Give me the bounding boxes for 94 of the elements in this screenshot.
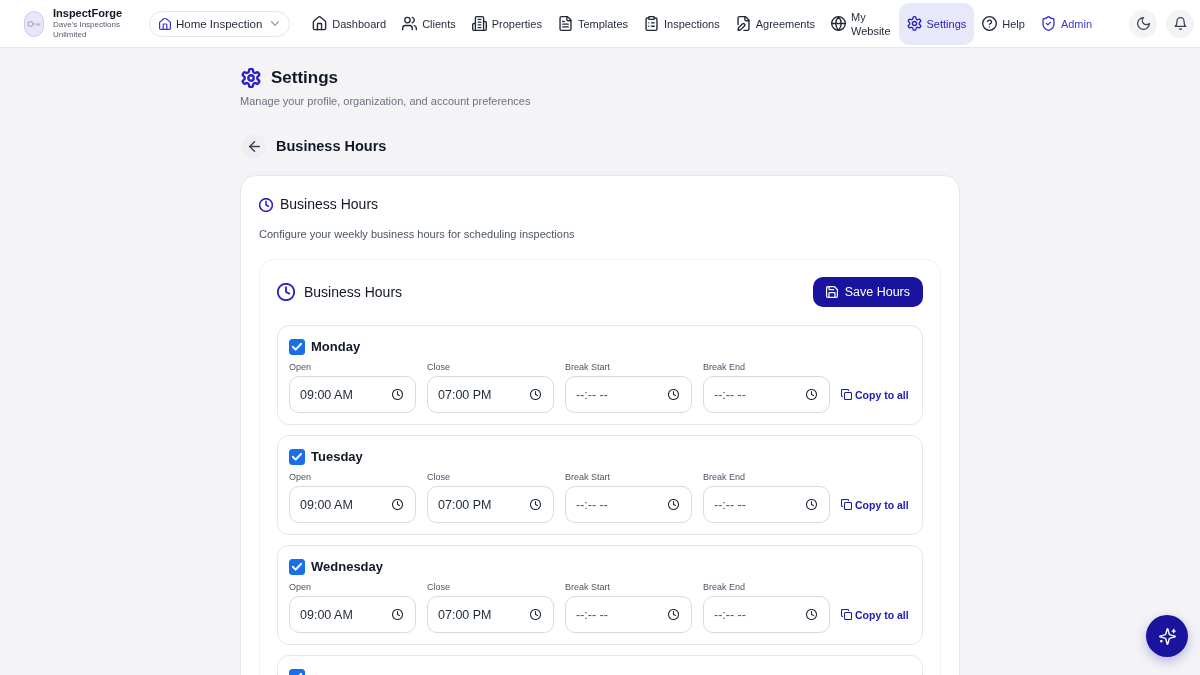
building-icon (471, 16, 487, 31)
document-pen-icon (735, 16, 751, 31)
page-title: Settings (271, 68, 339, 88)
nav-item[interactable]: My Website (823, 2, 899, 45)
clock-icon (259, 197, 273, 212)
notifications-button[interactable] (1166, 9, 1194, 38)
clock-icon (806, 499, 817, 510)
settings-icon (906, 16, 922, 31)
clock-icon (806, 389, 817, 400)
checkbox[interactable] (289, 339, 305, 355)
copy-icon (841, 389, 852, 400)
checkbox[interactable] (289, 559, 305, 575)
time-field[interactable]: --:-- -- (565, 376, 692, 413)
nav-item[interactable]: Templates (549, 2, 637, 45)
clipboard-icon (644, 16, 660, 31)
key-logo-icon (24, 10, 44, 37)
chevron-down-icon (271, 21, 280, 26)
time-field[interactable]: --:-- -- (703, 486, 830, 523)
field-label: Open (289, 582, 312, 593)
document-icon (557, 16, 573, 31)
clock-icon (530, 389, 541, 400)
clock-icon (277, 283, 295, 301)
card-title: Business Hours (280, 196, 379, 213)
assistant-button[interactable] (1146, 615, 1188, 657)
nav-item[interactable]: Inspections (636, 2, 728, 45)
nav-item[interactable]: Clients (394, 2, 464, 45)
save-hours-button[interactable]: Save Hours (812, 277, 923, 307)
field-label: Open (289, 472, 312, 483)
field-label: Break End (703, 472, 746, 483)
field-label: Break End (703, 362, 746, 373)
field-label: Break Start (565, 582, 611, 593)
time-field[interactable]: 09:00 AM (289, 376, 416, 413)
back-button[interactable] (242, 134, 266, 158)
checkbox[interactable] (289, 449, 305, 465)
sparkle-icon (1158, 627, 1176, 645)
time-field[interactable]: --:-- -- (565, 486, 692, 523)
time-field[interactable]: 07:00 PM (427, 486, 554, 523)
time-field[interactable]: 07:00 PM (427, 596, 554, 633)
field-label: Break Start (565, 472, 611, 483)
house-icon (312, 16, 328, 31)
moon-icon (1136, 17, 1150, 30)
help-icon (982, 16, 998, 31)
clock-icon (530, 499, 541, 510)
nav-item[interactable]: Agreements (727, 2, 823, 45)
time-field[interactable]: --:-- -- (703, 596, 830, 633)
copy-icon (841, 499, 852, 510)
clock-icon (668, 609, 679, 620)
field-label: Break Start (565, 362, 611, 373)
day-name: Monday (311, 339, 361, 355)
shield-check-icon (1040, 16, 1056, 31)
card-description: Configure your weekly business hours for scheduling inspections (259, 227, 576, 241)
field-label: Break End (703, 582, 746, 593)
section-title: Business Hours (276, 137, 387, 155)
nav-item[interactable]: Dashboard (304, 2, 395, 45)
globe-icon (831, 16, 846, 31)
copy-to-all-link[interactable]: Copy to all (841, 388, 909, 401)
settings-icon (241, 68, 261, 88)
day-name: Tuesday (311, 449, 363, 465)
page-subtitle: Manage your profile, organization, and account preferences (240, 94, 532, 108)
app-name: InspectForge (53, 7, 124, 20)
bell-icon (1173, 17, 1187, 30)
checkmark-icon (292, 563, 302, 571)
time-field[interactable]: --:-- -- (703, 376, 830, 413)
theme-toggle-button[interactable] (1129, 9, 1157, 38)
nav-item[interactable]: Properties (463, 2, 550, 45)
clock-icon (530, 609, 541, 620)
workspace-selector[interactable]: Home Inspection (149, 10, 291, 37)
copy-to-all-link[interactable]: Copy to all (841, 498, 909, 511)
nav-item[interactable]: Help (974, 2, 1033, 45)
clock-icon (668, 389, 679, 400)
time-field[interactable]: 09:00 AM (289, 486, 416, 523)
field-label: Close (427, 472, 450, 483)
time-field[interactable]: 09:00 AM (289, 596, 416, 633)
organization-name: Dave's Inspections Unlimited (53, 20, 121, 40)
checkmark-icon (292, 343, 302, 351)
clock-icon (668, 499, 679, 510)
field-label: Open (289, 362, 312, 373)
copy-to-all-link[interactable]: Copy to all (841, 608, 909, 621)
people-icon (402, 16, 418, 31)
nav-item[interactable]: Settings (898, 2, 975, 45)
day-name: Wednesday (311, 559, 383, 575)
checkmark-icon (292, 453, 302, 461)
field-label: Close (427, 362, 450, 373)
clock-icon (392, 499, 403, 510)
clock-icon (392, 609, 403, 620)
time-field[interactable]: --:-- -- (565, 596, 692, 633)
time-field[interactable]: 07:00 PM (427, 376, 554, 413)
field-label: Close (427, 582, 450, 593)
copy-icon (841, 609, 852, 620)
panel-title: Business Hours (304, 283, 403, 301)
house-icon (159, 17, 171, 30)
clock-icon (392, 389, 403, 400)
clock-icon (806, 609, 817, 620)
nav-item[interactable]: Admin (1032, 2, 1101, 45)
